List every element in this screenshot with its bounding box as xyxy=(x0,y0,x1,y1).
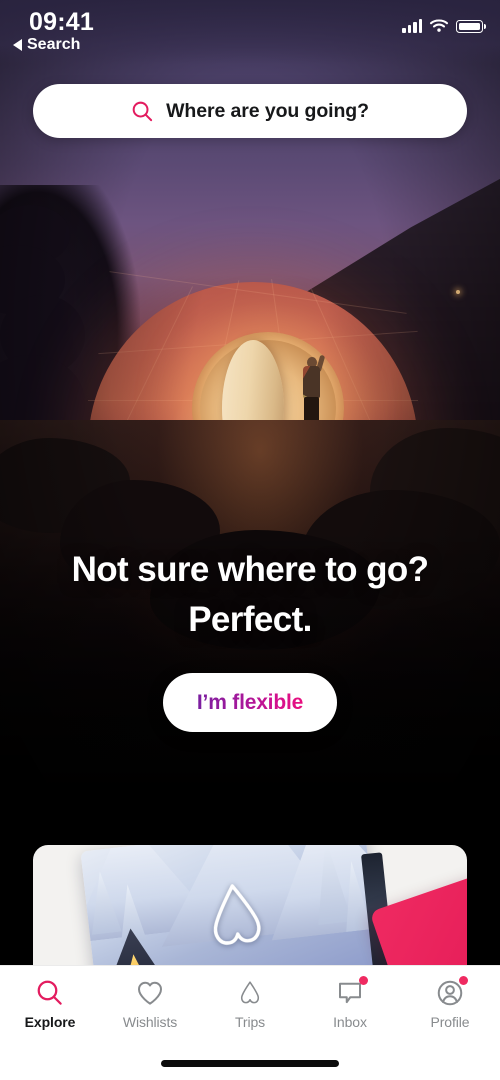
promo-section xyxy=(0,800,500,965)
status-clock: 09:41 xyxy=(29,8,94,36)
search-icon xyxy=(35,978,65,1008)
notification-badge xyxy=(459,976,468,985)
back-label: Search xyxy=(27,36,81,53)
home-indicator-bar[interactable] xyxy=(161,1060,339,1067)
triangle-left-icon xyxy=(13,39,22,51)
search-input[interactable]: Where are you going? xyxy=(33,84,467,138)
airbnb-belo-icon xyxy=(213,884,261,945)
tab-label: Explore xyxy=(24,1014,76,1030)
tab-profile[interactable]: Profile xyxy=(400,976,500,1030)
airbnb-belo-icon xyxy=(235,978,265,1008)
tab-trips[interactable]: Trips xyxy=(200,978,300,1030)
headline-line-2: Perfect. xyxy=(188,600,312,640)
tab-label: Inbox xyxy=(333,1014,367,1030)
status-bar: 09:41 Search xyxy=(0,0,500,64)
snowy-mountain-photo xyxy=(80,845,381,965)
user-circle-icon xyxy=(435,976,468,1008)
tab-label: Wishlists xyxy=(122,1014,178,1030)
search-placeholder: Where are you going? xyxy=(166,99,369,122)
status-icons xyxy=(402,18,486,33)
gift-card-promo[interactable] xyxy=(33,845,467,965)
search-icon xyxy=(132,101,153,121)
notification-badge xyxy=(359,976,368,985)
hero-headline: Not sure where to go? Perfect. xyxy=(0,545,500,645)
phone-screen: Not sure where to go? Perfect. I’m flexi… xyxy=(0,0,500,1080)
wifi-icon xyxy=(429,19,449,32)
chat-bubble-icon xyxy=(335,976,368,1008)
tab-label: Profile xyxy=(430,1014,470,1030)
tab-inbox[interactable]: Inbox xyxy=(300,976,400,1030)
tab-explore[interactable]: Explore xyxy=(0,978,100,1030)
cellular-signal-icon xyxy=(402,19,422,33)
battery-full-icon xyxy=(456,20,486,33)
tab-label: Trips xyxy=(234,1014,266,1030)
heart-icon xyxy=(135,978,165,1008)
back-to-search-link[interactable]: Search xyxy=(13,36,80,54)
im-flexible-label: I’m flexible xyxy=(196,690,304,714)
headline-line-1: Not sure where to go? xyxy=(71,550,429,589)
im-flexible-button[interactable]: I’m flexible xyxy=(163,673,337,732)
tab-wishlists[interactable]: Wishlists xyxy=(100,978,200,1030)
